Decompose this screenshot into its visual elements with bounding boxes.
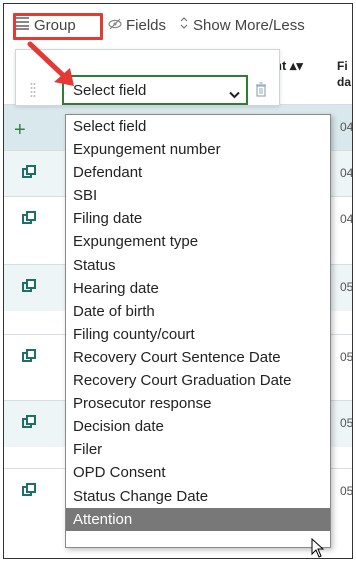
dropdown-option[interactable]: SBI	[66, 184, 330, 207]
grid-toolbar: Group Fields Show More/Less	[4, 4, 352, 44]
row-value: 05	[340, 416, 353, 430]
app-frame: nt ▴▾ Fi da 04 04 04 05 05 05 05 Group F…	[3, 3, 353, 559]
dropdown-option[interactable]: Recovery Court Sentence Date	[66, 346, 330, 369]
dropdown-option[interactable]: Status Change Date	[66, 485, 330, 508]
expand-collapse-icon	[179, 16, 193, 34]
dropdown-option[interactable]: Expungement type	[66, 230, 330, 253]
dropdown-option[interactable]: Expungement number	[66, 138, 330, 161]
column-header-line: da	[337, 75, 352, 89]
dropdown-option[interactable]: Select field	[66, 115, 330, 138]
open-record-icon[interactable]	[22, 211, 36, 230]
dropdown-option[interactable]: Recovery Court Graduation Date	[66, 369, 330, 392]
open-record-icon[interactable]	[22, 483, 36, 502]
dropdown-option[interactable]: Date of birth	[66, 300, 330, 323]
row-value: 04	[340, 120, 353, 134]
dropdown-option[interactable]: OPD Consent	[66, 461, 330, 484]
column-header-filing[interactable]: Fi da	[337, 58, 351, 90]
field-dropdown-list[interactable]: Select field Expungement number Defendan…	[65, 114, 331, 548]
dropdown-option-highlighted[interactable]: Attention	[66, 507, 330, 531]
dropdown-option[interactable]: Filer	[66, 438, 330, 461]
row-value: 05	[340, 350, 353, 364]
dropdown-option[interactable]: Prosecutor response	[66, 392, 330, 415]
row-value: 05	[340, 484, 353, 498]
chevron-down-icon	[229, 86, 240, 103]
group-field-select[interactable]: Select field	[62, 75, 248, 105]
row-value: 04	[340, 166, 353, 180]
column-header-line: Fi	[337, 59, 348, 73]
dropdown-option[interactable]: Status	[66, 254, 330, 277]
mouse-pointer-icon	[311, 538, 325, 558]
sort-arrows-icon[interactable]: ▴▾	[290, 58, 303, 73]
eye-slash-icon	[108, 17, 126, 34]
show-more-less-label: Show More/Less	[193, 16, 305, 34]
annotation-highlight-box	[13, 13, 103, 40]
fields-button[interactable]: Fields	[108, 14, 166, 36]
row-value: 04	[340, 212, 353, 226]
dropdown-option[interactable]: Filing county/court	[66, 323, 330, 346]
open-record-icon[interactable]	[22, 415, 36, 434]
show-more-less-button[interactable]: Show More/Less	[179, 14, 305, 36]
row-value: 05	[340, 280, 353, 294]
dropdown-option[interactable]: Hearing date	[66, 277, 330, 300]
fields-button-label: Fields	[126, 16, 167, 34]
dropdown-option[interactable]: Decision date	[66, 415, 330, 438]
open-record-icon[interactable]	[22, 349, 36, 368]
dropdown-option[interactable]: Filing date	[66, 207, 330, 230]
open-record-icon[interactable]	[22, 165, 36, 184]
annotation-arrow-icon	[27, 41, 74, 86]
trash-icon[interactable]	[255, 82, 267, 102]
add-group-button[interactable]: +	[14, 120, 26, 140]
open-record-icon[interactable]	[22, 279, 36, 298]
dropdown-option[interactable]: Defendant	[66, 161, 330, 184]
